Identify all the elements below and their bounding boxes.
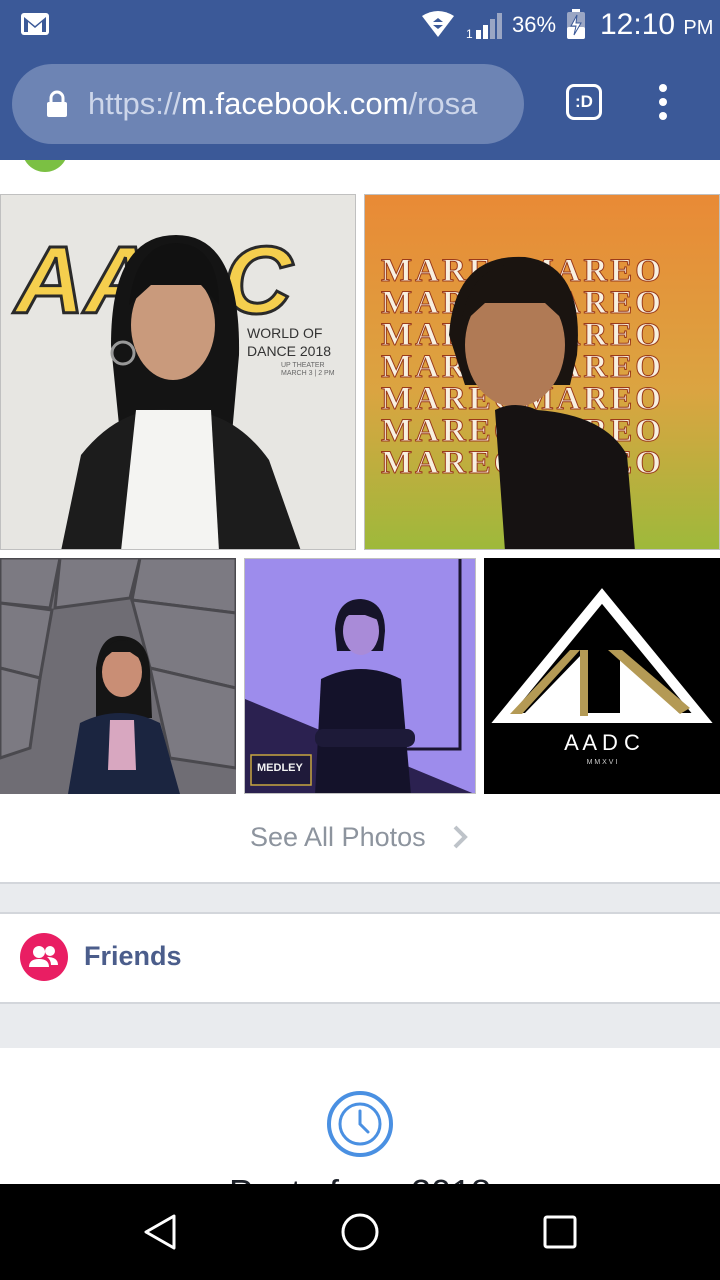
home-icon[interactable] (340, 1212, 380, 1252)
medley-badge: MEDLEY (257, 762, 304, 774)
photo-caption-line2: DANCE 2018 (247, 343, 331, 359)
photo-image (0, 558, 236, 794)
photo-aadc-world-of-dance[interactable]: AADC WORLD OF DANCE 2018 UP THEATER MARC… (0, 194, 356, 550)
chevron-right-icon (453, 825, 468, 849)
address-bar[interactable]: https://m.facebook.com/rosa (12, 64, 524, 144)
logo-subtext: M M X V I (587, 759, 618, 766)
section-divider (0, 1002, 720, 1048)
lock-icon (47, 90, 67, 117)
browser-toolbar: https://m.facebook.com/rosa :D (0, 48, 720, 160)
tab-switcher-button[interactable]: :D (566, 84, 602, 120)
status-clock: 12:10 PM (600, 8, 714, 41)
photo-caption-line3: UP THEATER (281, 362, 325, 369)
photo-image: AADC WORLD OF DANCE 2018 UP THEATER MARC… (12, 226, 335, 549)
section-icon (22, 160, 68, 172)
logo-text: A A D C (564, 730, 640, 755)
photo-stone-wall[interactable] (0, 558, 236, 794)
back-icon[interactable] (140, 1212, 180, 1252)
photo-caption-line1: WORLD OF (247, 325, 322, 341)
section-divider (0, 882, 720, 914)
see-all-photos-link[interactable]: See All Photos (0, 794, 720, 882)
svg-text:1: 1 (466, 27, 473, 40)
wifi-icon (422, 11, 454, 37)
battery-percent: 36% (512, 12, 557, 37)
system-nav-bar (0, 1184, 720, 1280)
aadc-logo: A A D C M M X V I (491, 588, 713, 766)
friends-icon (20, 933, 68, 981)
photo-aadc-logo[interactable]: A A D C M M X V I (484, 558, 720, 794)
friends-label: Friends (84, 941, 182, 971)
photo-mareo[interactable]: MAREOMAREO MAREOMAREO MAREOMAREO MAREOMA… (364, 194, 720, 550)
battery-charging-icon (567, 9, 585, 39)
gmail-icon (21, 13, 49, 35)
posts-title: Posts from 2018 (0, 1172, 720, 1184)
friends-section-link[interactable]: Friends (0, 914, 720, 1002)
clock-icon (327, 1091, 393, 1157)
photo-image: MEDLEY (245, 559, 473, 793)
see-all-photos-label: See All Photos (250, 822, 426, 852)
posts-section: Posts from 2018 (0, 1048, 720, 1184)
cell-signal-icon: 1 (466, 13, 502, 40)
url-text: https://m.facebook.com/rosa (88, 86, 478, 121)
profile-content: AADC WORLD OF DANCE 2018 UP THEATER MARC… (0, 160, 720, 1184)
photo-medley[interactable]: MEDLEY (244, 558, 476, 794)
photo-image: MAREOMAREO MAREOMAREO MAREOMAREO MAREOMA… (381, 253, 661, 549)
status-bar: 1 36% 12:10 PM (0, 0, 720, 48)
recents-icon[interactable] (540, 1212, 580, 1252)
overflow-menu-icon[interactable] (652, 84, 674, 128)
photo-caption-line4: MARCH 3 | 2 PM (281, 370, 335, 377)
